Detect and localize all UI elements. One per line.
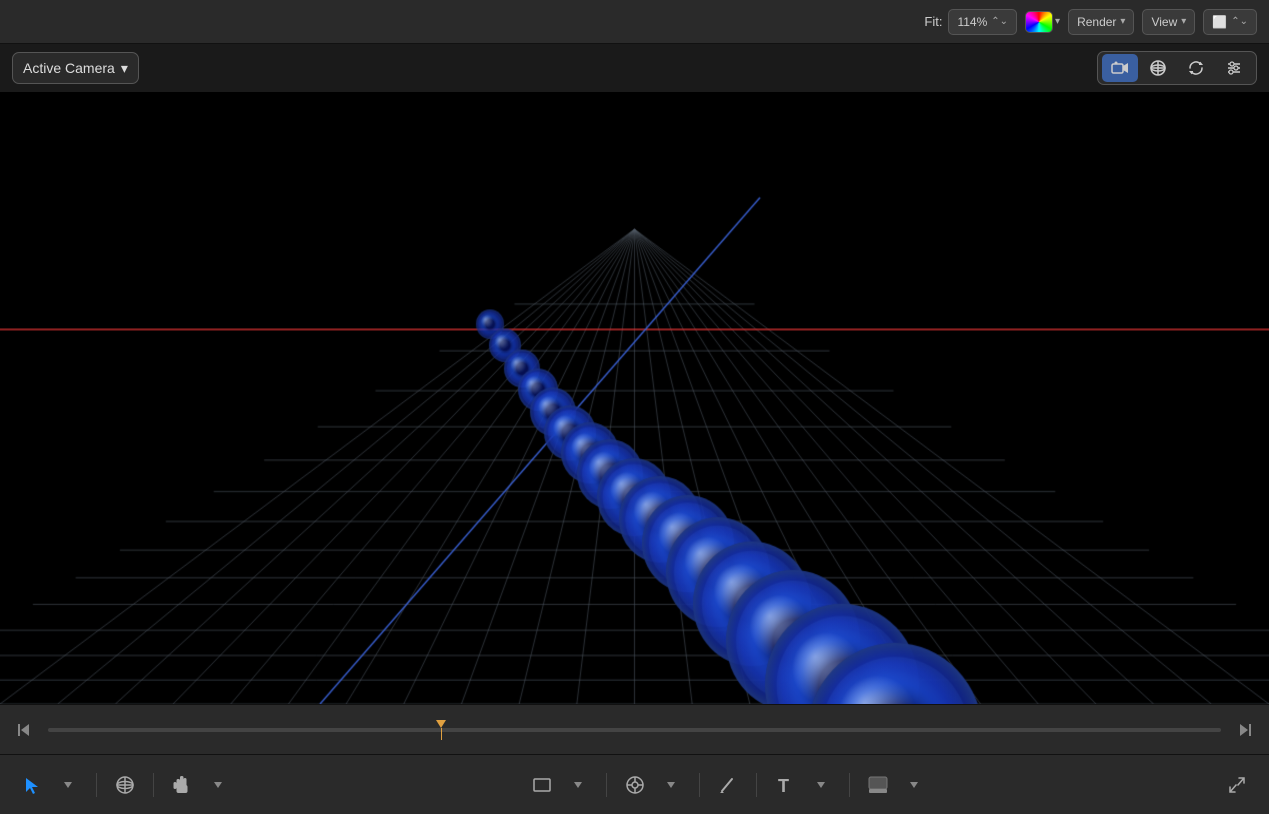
playhead-triangle-icon [436, 720, 446, 728]
separator-3 [606, 773, 607, 797]
color-swatch[interactable] [1025, 11, 1053, 33]
camera-dropdown[interactable]: Active Camera ▾ [12, 52, 139, 84]
timeline-playhead [435, 720, 447, 740]
view-chevron-icon: ▾ [1181, 16, 1186, 27]
separator-1 [96, 773, 97, 797]
layout-chevron-icon: ⌃⌄ [1231, 16, 1248, 27]
render-chevron-icon: ▾ [1120, 16, 1125, 27]
arrow-tool-button[interactable] [16, 769, 48, 801]
fit-chevron-icon: ⌃⌄ [991, 16, 1008, 27]
pencil-tool-button[interactable] [712, 769, 744, 801]
timeline-bar [0, 704, 1269, 754]
viewport-icon-group [1097, 51, 1257, 85]
text-tool-button[interactable]: T [769, 769, 801, 801]
fit-value: 114% [957, 15, 987, 29]
pen-tool-group [619, 769, 687, 801]
separator-2 [153, 773, 154, 797]
rect-chevron-button[interactable] [562, 769, 594, 801]
pen-tool-button[interactable] [619, 769, 651, 801]
fit-button[interactable]: 114% ⌃⌄ [948, 9, 1017, 35]
select-tool-group [16, 769, 84, 801]
bottom-toolbar: T [0, 754, 1269, 814]
view-label: View [1151, 15, 1177, 29]
arrow-chevron-button[interactable] [52, 769, 84, 801]
separator-4 [699, 773, 700, 797]
settings-view-button[interactable] [1216, 54, 1252, 82]
text-tool-group: T [769, 769, 837, 801]
pen-chevron-button[interactable] [655, 769, 687, 801]
separator-6 [849, 773, 850, 797]
svg-text:T: T [778, 776, 789, 794]
rotate-view-button[interactable] [1178, 54, 1214, 82]
camera-label: Active Camera [23, 60, 115, 76]
expand-button[interactable] [1221, 769, 1253, 801]
color-tool-button[interactable] [862, 769, 894, 801]
color-chevron-icon: ▾ [1055, 16, 1060, 27]
color-tool-group [862, 769, 930, 801]
view-button[interactable]: View ▾ [1142, 9, 1195, 35]
scene-canvas[interactable] [0, 92, 1269, 704]
hand-chevron-button[interactable] [202, 769, 234, 801]
fit-label: Fit: [924, 14, 942, 29]
camera-view-button[interactable] [1102, 54, 1138, 82]
rect-tool-group [526, 769, 594, 801]
orbit-tool-button[interactable] [109, 769, 141, 801]
render-label: Render [1077, 15, 1116, 29]
fit-controls: Fit: 114% ⌃⌄ [924, 9, 1017, 35]
rect-tool-button[interactable] [526, 769, 558, 801]
timeline-track[interactable] [48, 728, 1221, 732]
timeline-start-button[interactable] [10, 716, 38, 744]
hand-tool-button[interactable] [166, 769, 198, 801]
timeline-end-button[interactable] [1231, 716, 1259, 744]
viewport-header: Active Camera ▾ [0, 44, 1269, 92]
color-swatch-group: ▾ [1025, 11, 1060, 33]
layout-button[interactable]: ⬜ ⌃⌄ [1203, 9, 1257, 35]
orbit-view-button[interactable] [1140, 54, 1176, 82]
viewport-area: Active Camera ▾ [0, 44, 1269, 754]
render-button[interactable]: Render ▾ [1068, 9, 1134, 35]
hand-tool-group [166, 769, 234, 801]
top-toolbar: Fit: 114% ⌃⌄ ▾ Render ▾ View ▾ ⬜ ⌃⌄ [0, 0, 1269, 44]
text-chevron-button[interactable] [805, 769, 837, 801]
layout-icon: ⬜ [1212, 15, 1227, 29]
color-chevron-button[interactable] [898, 769, 930, 801]
separator-5 [756, 773, 757, 797]
playhead-line [441, 728, 442, 740]
camera-chevron-icon: ▾ [121, 60, 128, 77]
